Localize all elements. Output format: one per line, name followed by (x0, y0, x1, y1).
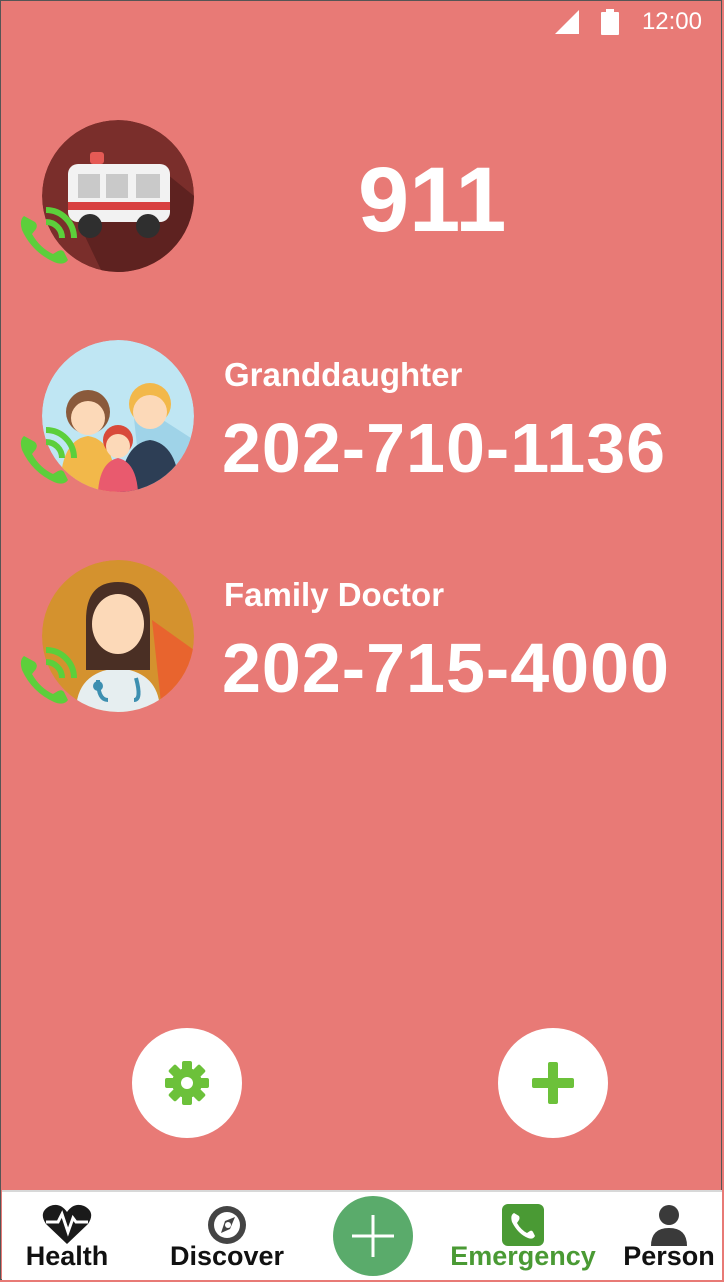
signal-icon (555, 10, 579, 34)
nav-person[interactable]: Person (616, 1192, 722, 1280)
phone-call-icon (20, 427, 77, 484)
status-time: 12:00 (641, 8, 702, 35)
phone-call-icon (20, 647, 77, 704)
nav-label: Emergency (450, 1241, 596, 1271)
plus-icon (532, 1062, 574, 1104)
contact-name: Granddaughter (224, 356, 463, 393)
contact-number: 202-715-4000 (222, 629, 670, 707)
battery-icon (601, 9, 619, 35)
contact-family-doctor[interactable]: Family Doctor 202-715-4000 (0, 560, 724, 720)
emergency-number: 911 (358, 149, 507, 251)
nav-emergency[interactable]: Emergency (448, 1192, 598, 1280)
contact-911[interactable]: 911 (0, 120, 724, 280)
settings-button[interactable] (132, 1028, 242, 1138)
contact-name: Family Doctor (224, 576, 445, 613)
person-icon (651, 1205, 687, 1246)
phone-call-icon (20, 207, 77, 264)
contact-granddaughter[interactable]: Granddaughter 202-710-1136 (0, 340, 724, 500)
contact-number: 202-710-1136 (222, 409, 667, 487)
compass-icon (208, 1206, 246, 1244)
nav-label: Person (623, 1241, 715, 1271)
center-add-button[interactable] (333, 1196, 413, 1276)
nav-label: Discover (169, 1241, 285, 1271)
status-bar: 12:00 (0, 0, 724, 44)
nav-label: Health (25, 1241, 109, 1271)
phone-icon (502, 1204, 544, 1246)
nav-health[interactable]: Health (12, 1192, 122, 1280)
heart-pulse-icon (42, 1204, 92, 1244)
gear-icon (165, 1061, 209, 1105)
plus-icon (352, 1215, 394, 1257)
nav-discover[interactable]: Discover (162, 1192, 292, 1280)
add-contact-button[interactable] (498, 1028, 608, 1138)
bottom-nav: Health Discover Emergency Person (2, 1190, 722, 1280)
